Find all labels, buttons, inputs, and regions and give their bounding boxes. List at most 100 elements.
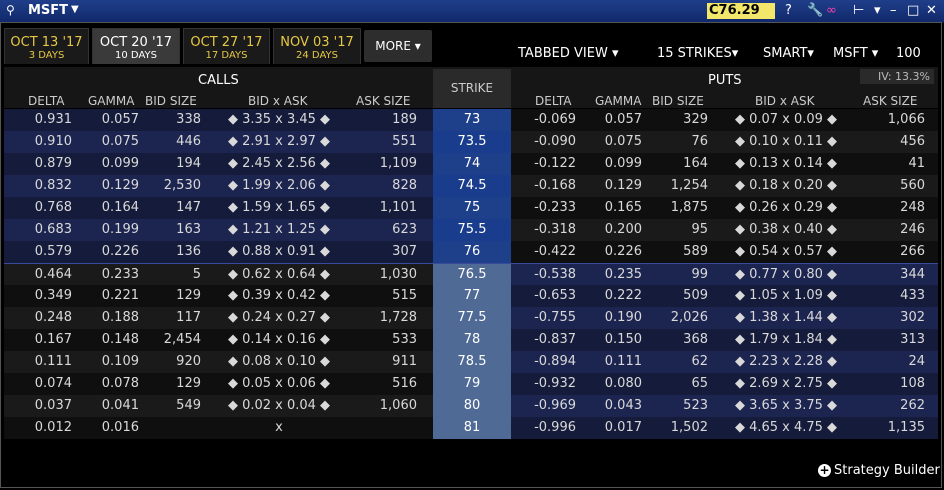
put-ask-size[interactable]: 1,135 [856, 420, 925, 435]
underlying-selector[interactable]: MSFT ▾ [833, 46, 878, 61]
call-bid-size[interactable]: 446 [144, 134, 201, 149]
put-ask-size[interactable]: 24 [856, 354, 925, 369]
strike-cell[interactable]: 78 [433, 329, 511, 351]
table-row[interactable]: 0.931 0.057 338 ◆ 3.35 x 3.45 ◆ 189 -0.069 0.0… [4, 109, 938, 131]
table-row[interactable]: 0.074 0.078 129 ◆ 0.05 x 0.06 ◆ 516 -0.932 0.0… [4, 373, 938, 395]
put-gamma[interactable]: 0.111 [576, 354, 642, 369]
caret-icon[interactable]: ▾ [874, 3, 881, 18]
put-delta[interactable]: -0.538 [511, 267, 576, 282]
help-icon[interactable]: ? [785, 3, 792, 18]
put-bid-ask[interactable]: ◆ 0.07 x 0.09 ◆ [716, 112, 856, 127]
put-gamma[interactable]: 0.099 [576, 156, 642, 171]
strike-cell[interactable]: 81 [433, 417, 511, 439]
put-bid-ask[interactable]: ◆ 3.65 x 3.75 ◆ [716, 398, 856, 413]
call-ask-size[interactable]: 551 [349, 134, 417, 149]
call-ask-size[interactable]: 1,101 [349, 200, 417, 215]
call-ask-size[interactable]: 307 [349, 244, 417, 259]
call-gamma[interactable]: 0.233 [74, 267, 139, 282]
symbol-label[interactable]: MSFT [28, 3, 68, 18]
put-bid-ask[interactable]: ◆ 1.79 x 1.84 ◆ [716, 332, 856, 347]
put-bid-ask[interactable]: ◆ 1.05 x 1.09 ◆ [716, 288, 856, 303]
call-delta[interactable]: 0.879 [4, 156, 72, 171]
more-expiries-button[interactable]: MORE ▾ [364, 30, 432, 62]
strategy-builder-button[interactable]: + Strategy Builder [818, 463, 940, 478]
pin-icon[interactable]: ⊢ [853, 3, 864, 18]
table-row[interactable]: 0.349 0.221 129 ◆ 0.39 x 0.42 ◆ 515 -0.653 0.2… [4, 285, 938, 307]
call-ask-size[interactable]: 1,030 [349, 267, 417, 282]
table-row[interactable]: 0.879 0.099 194 ◆ 2.45 x 2.56 ◆ 1,109 -0.122 0… [4, 153, 938, 175]
put-ask-size[interactable]: 246 [856, 222, 925, 237]
put-bid-size[interactable]: 1,502 [644, 420, 708, 435]
call-bid-size[interactable]: 194 [144, 156, 201, 171]
call-bid-ask[interactable]: ◆ 0.02 x 0.04 ◆ [209, 398, 349, 413]
call-bid-size[interactable]: 5 [144, 267, 201, 282]
puts-col-bidask[interactable]: BID x ASK [755, 94, 814, 108]
put-bid-size[interactable]: 62 [644, 354, 708, 369]
call-bid-size[interactable]: 129 [144, 288, 201, 303]
put-ask-size[interactable]: 262 [856, 398, 925, 413]
call-delta[interactable]: 0.579 [4, 244, 72, 259]
call-ask-size[interactable]: 533 [349, 332, 417, 347]
call-delta[interactable]: 0.167 [4, 332, 72, 347]
put-bid-size[interactable]: 329 [644, 112, 708, 127]
put-gamma[interactable]: 0.200 [576, 222, 642, 237]
call-delta[interactable]: 0.349 [4, 288, 72, 303]
strike-cell[interactable]: 73 [433, 109, 511, 131]
put-gamma[interactable]: 0.017 [576, 420, 642, 435]
puts-col-asksize[interactable]: ASK SIZE [863, 94, 917, 108]
call-bid-ask[interactable]: ◆ 0.14 x 0.16 ◆ [209, 332, 349, 347]
put-ask-size[interactable]: 344 [856, 267, 925, 282]
call-bid-size[interactable]: 129 [144, 376, 201, 391]
put-ask-size[interactable]: 1,066 [856, 112, 925, 127]
call-gamma[interactable]: 0.199 [74, 222, 139, 237]
calls-col-bidask[interactable]: BID x ASK [248, 94, 307, 108]
calls-col-delta[interactable]: DELTA [28, 94, 64, 108]
put-delta[interactable]: -0.996 [511, 420, 576, 435]
call-delta[interactable]: 0.074 [4, 376, 72, 391]
put-gamma[interactable]: 0.165 [576, 200, 642, 215]
put-bid-ask[interactable]: ◆ 0.77 x 0.80 ◆ [716, 267, 856, 282]
call-bid-size[interactable]: 2,454 [144, 332, 201, 347]
put-gamma[interactable]: 0.226 [576, 244, 642, 259]
puts-col-gamma[interactable]: GAMMA [595, 94, 641, 108]
call-gamma[interactable]: 0.226 [74, 244, 139, 259]
call-bid-ask[interactable]: ◆ 2.91 x 2.97 ◆ [209, 134, 349, 149]
call-delta[interactable]: 0.931 [4, 112, 72, 127]
put-bid-size[interactable]: 1,875 [644, 200, 708, 215]
put-bid-size[interactable]: 65 [644, 376, 708, 391]
call-bid-ask[interactable]: ◆ 1.99 x 2.06 ◆ [209, 178, 349, 193]
put-bid-ask[interactable]: ◆ 0.13 x 0.14 ◆ [716, 156, 856, 171]
put-delta[interactable]: -0.090 [511, 134, 576, 149]
put-bid-size[interactable]: 95 [644, 222, 708, 237]
table-row[interactable]: 0.910 0.075 446 ◆ 2.91 x 2.97 ◆ 551 -0.090 0.0… [4, 131, 938, 153]
table-row[interactable]: 0.464 0.233 5 ◆ 0.62 x 0.64 ◆ 1,030 -0.538 0.2… [4, 263, 938, 286]
minimize-icon[interactable]: – [890, 3, 897, 18]
tab-oct20[interactable]: OCT 20 '17 10 DAYS [92, 28, 180, 64]
call-ask-size[interactable]: 516 [349, 376, 417, 391]
put-bid-ask[interactable]: ◆ 0.54 x 0.57 ◆ [716, 244, 856, 259]
call-ask-size[interactable]: 1,109 [349, 156, 417, 171]
put-gamma[interactable]: 0.080 [576, 376, 642, 391]
put-bid-ask[interactable]: ◆ 4.65 x 4.75 ◆ [716, 420, 856, 435]
put-delta[interactable]: -0.969 [511, 398, 576, 413]
put-delta[interactable]: -0.122 [511, 156, 576, 171]
tab-oct27[interactable]: OCT 27 '17 17 DAYS [183, 28, 270, 64]
call-bid-ask[interactable]: ◆ 0.62 x 0.64 ◆ [209, 267, 349, 282]
puts-col-delta[interactable]: DELTA [535, 94, 571, 108]
put-gamma[interactable]: 0.043 [576, 398, 642, 413]
call-gamma[interactable]: 0.078 [74, 376, 139, 391]
put-bid-ask[interactable]: ◆ 0.26 x 0.29 ◆ [716, 200, 856, 215]
calls-col-bidsize[interactable]: BID SIZE [145, 94, 197, 108]
strike-cell[interactable]: 76 [433, 241, 511, 263]
call-ask-size[interactable]: 1,060 [349, 398, 417, 413]
call-bid-size[interactable]: 136 [144, 244, 201, 259]
put-gamma[interactable]: 0.075 [576, 134, 642, 149]
call-bid-ask[interactable]: ◆ 1.59 x 1.65 ◆ [209, 200, 349, 215]
tab-nov03[interactable]: NOV 03 '17 24 DAYS [273, 28, 361, 64]
put-delta[interactable]: -0.168 [511, 178, 576, 193]
put-bid-ask[interactable]: ◆ 2.69 x 2.75 ◆ [716, 376, 856, 391]
strikes-selector[interactable]: 15 STRIKES▾ [657, 46, 738, 61]
put-delta[interactable]: -0.422 [511, 244, 576, 259]
put-bid-size[interactable]: 509 [644, 288, 708, 303]
call-bid-size[interactable]: 117 [144, 310, 201, 325]
